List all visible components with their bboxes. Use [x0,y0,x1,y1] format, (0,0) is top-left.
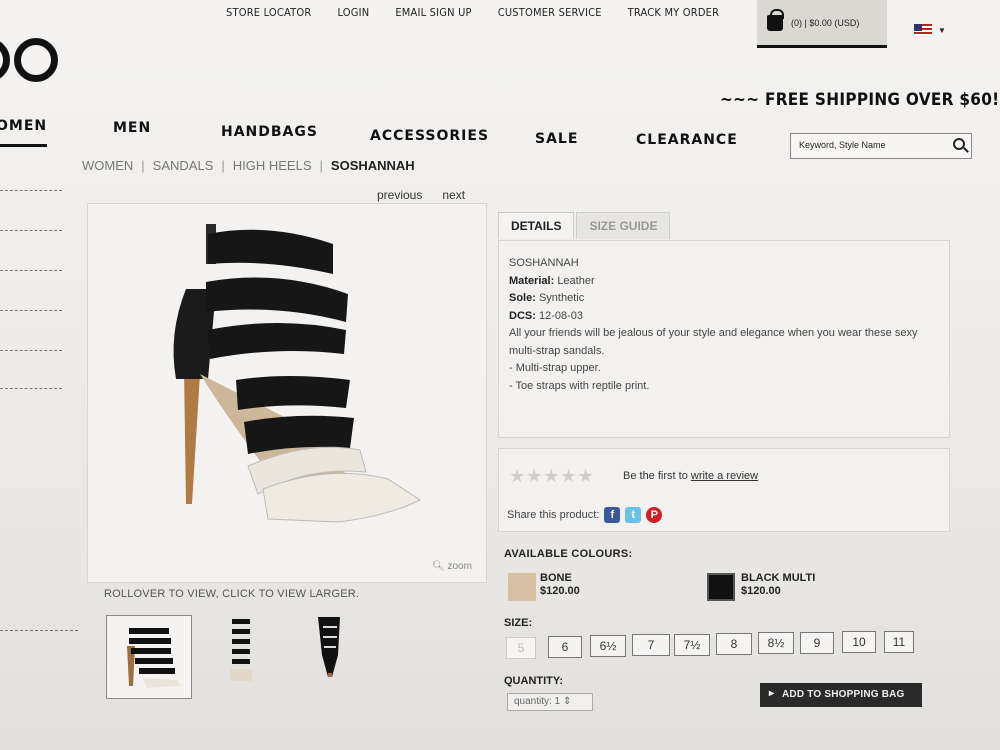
customer-service-link[interactable]: CUSTOMER SERVICE [498,6,602,19]
search-input[interactable]: Keyword, Style Name [790,133,972,159]
product-name: SOSHANNAH [509,257,579,269]
thumbnail-image [230,619,252,681]
shopping-bag-icon [767,8,784,31]
nav-accessories[interactable]: ACCESSORIES [370,128,489,144]
previous-link[interactable]: previous [377,188,422,202]
colour-swatch-bone[interactable] [508,573,536,601]
quantity-label: QUANTITY: [504,675,564,687]
product-page: STORE LOCATOR LOGIN EMAIL SIGN UP CUSTOM… [0,0,1000,750]
product-tabs: DETAILS SIZE GUIDE [498,212,672,239]
facebook-icon[interactable]: f [604,507,621,523]
rating-stars: ★★★★★ [509,466,595,486]
thumbnail-3[interactable] [310,615,350,699]
colours-label: AVAILABLE COLOURS: [504,548,633,560]
review-panel: ★★★★★ Be the first to write a review Sha… [498,448,950,532]
size-option[interactable]: 5 [506,637,536,659]
add-to-bag-button[interactable]: ADD TO SHOPPING BAG [760,683,922,707]
breadcrumb-women[interactable]: WOMEN [82,158,133,173]
nav-sale[interactable]: SALE [535,131,578,147]
nav-clearance[interactable]: CLEARANCE [636,132,738,148]
colour-swatch-black-multi[interactable] [707,573,735,601]
size-option[interactable]: 11 [884,631,914,653]
breadcrumb: WOMEN | SANDALS | HIGH HEELS | SOSHANNAH [82,158,415,173]
store-locator-link[interactable]: STORE LOCATOR [226,6,311,19]
product-image[interactable] [88,204,488,584]
main-nav: OMEN MEN HANDBAGS ACCESSORIES SALE CLEAR… [0,118,760,148]
twitter-icon[interactable]: t [625,507,642,523]
next-link[interactable]: next [442,188,465,202]
pinterest-icon[interactable]: P [646,507,663,523]
sidebar-divider [0,270,62,271]
share-row: Share this product: f t P [507,507,663,523]
breadcrumb-high-heels[interactable]: HIGH HEELS [233,158,312,173]
email-signup-link[interactable]: EMAIL SIGN UP [395,6,471,19]
thumbnail-image [318,617,340,677]
tab-details[interactable]: DETAILS [498,212,575,239]
size-option[interactable]: 7½ [674,634,710,656]
sidebar-divider [0,388,62,389]
zoom-icon: 🔍︎ [432,561,445,572]
nav-women[interactable]: OMEN [0,118,48,147]
product-image-panel[interactable] [87,203,487,583]
size-option[interactable]: 9 [800,632,834,654]
colour-option-black-multi[interactable]: BLACK MULTI $120.00 [741,572,815,598]
search-placeholder: Keyword, Style Name [799,140,886,150]
track-order-link[interactable]: TRACK MY ORDER [628,6,720,19]
sidebar-divider [0,350,62,351]
sidebar-divider [0,230,62,231]
thumbnail-1[interactable] [106,615,192,699]
size-option[interactable]: 8½ [758,632,794,654]
size-option[interactable]: 8 [716,633,752,655]
feature-bullet: - Toe straps with reptile print. [509,379,650,392]
size-option[interactable]: 6 [548,636,582,658]
size-option[interactable]: 10 [842,631,876,653]
utility-nav: STORE LOCATOR LOGIN EMAIL SIGN UP CUSTOM… [226,6,745,19]
breadcrumb-current: SOSHANNAH [330,158,415,173]
size-option[interactable]: 7 [632,634,670,656]
feature-bullet: - Multi-strap upper. [509,362,601,374]
share-label: Share this product: [507,509,600,521]
colour-option-bone[interactable]: BONE $120.00 [540,572,580,598]
nav-handbags[interactable]: HANDBAGS [221,124,318,140]
rollover-hint: ROLLOVER TO VIEW, CLICK TO VIEW LARGER. [104,588,360,600]
thumbnail-image [127,628,181,688]
us-flag-icon[interactable] [914,24,932,36]
sole-row: Sole: Synthetic [509,292,585,304]
free-shipping-banner: ~~~ FREE SHIPPING OVER $60! ~~~ [720,90,1000,110]
chevron-down-icon[interactable]: ▼ [938,26,946,35]
size-option[interactable]: 6½ [590,635,626,657]
search-icon[interactable] [953,138,965,150]
sidebar-divider [0,630,78,631]
size-label: SIZE: [504,617,533,629]
shopping-bag-button[interactable]: (0) | $0.00 (USD) [757,0,887,48]
brand-logo[interactable] [0,38,70,82]
sidebar-divider [0,190,62,191]
nav-men[interactable]: MEN [113,120,151,136]
product-pager: previous next [377,188,485,202]
review-prompt: Be the first to write a review [623,470,759,482]
bag-summary: (0) | $0.00 (USD) [791,17,860,28]
sidebar-divider [0,310,62,311]
thumbnail-2[interactable] [222,615,262,699]
dcs-row: DCS: 12-08-03 [509,309,583,322]
zoom-label: zoom [447,561,472,572]
zoom-button[interactable]: 🔍︎ zoom [432,561,472,572]
details-panel: SOSHANNAH Material: Leather Sole: Synthe… [498,240,950,438]
material-row: Material: Leather [509,274,595,287]
write-review-link[interactable]: write a review [691,470,758,482]
login-link[interactable]: LOGIN [337,6,369,19]
product-description: All your friends will be jealous of your… [509,327,918,357]
stepper-arrows-icon: ⇕ [562,696,572,707]
breadcrumb-sandals[interactable]: SANDALS [153,158,214,173]
tab-size-guide[interactable]: SIZE GUIDE [576,212,671,239]
quantity-select[interactable]: quantity: 1 ⇕ [507,693,593,711]
